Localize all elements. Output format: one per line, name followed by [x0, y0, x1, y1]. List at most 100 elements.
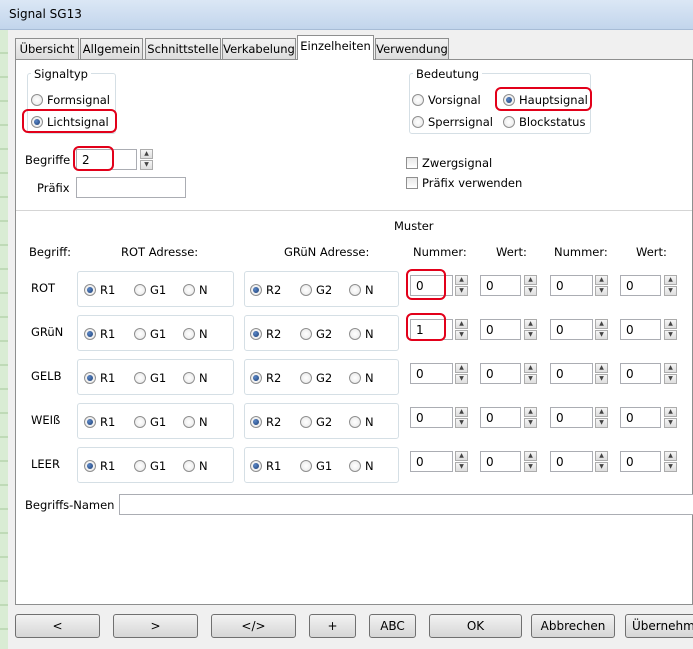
row-4-rot-n[interactable]: N	[183, 459, 208, 473]
radio-vorsignal[interactable]: Vorsignal	[412, 93, 481, 107]
row-3-rot-g1[interactable]: G1	[134, 415, 166, 429]
row-2-wert-1-spinner[interactable]: ▲ ▼	[524, 363, 537, 384]
row-2-nummer-1[interactable]: 0	[410, 363, 453, 384]
row-1-rot-n[interactable]: N	[183, 327, 208, 341]
radio-blockstatus[interactable]: Blockstatus	[503, 115, 585, 129]
spin-up-icon[interactable]: ▲	[595, 363, 608, 373]
row-0-nummer-2-spinner[interactable]: ▲ ▼	[595, 275, 608, 296]
next-button[interactable]: >	[113, 614, 198, 638]
spin-down-icon[interactable]: ▼	[524, 462, 537, 472]
row-1-wert-2[interactable]: 0	[620, 319, 661, 340]
spin-down-icon[interactable]: ▼	[664, 286, 677, 296]
row-4-wert-1-spinner[interactable]: ▲ ▼	[524, 451, 537, 472]
row-2-wert-2-spinner[interactable]: ▲ ▼	[664, 363, 677, 384]
row-0-wert-1-spinner[interactable]: ▲ ▼	[524, 275, 537, 296]
row-3-gruen-n[interactable]: N	[349, 415, 374, 429]
tab-5[interactable]: Verwendung	[375, 38, 449, 59]
row-0-rot-g1[interactable]: G1	[134, 283, 166, 297]
row-0-wert-2[interactable]: 0	[620, 275, 661, 296]
row-3-nummer-1[interactable]: 0	[410, 407, 453, 428]
ok-button[interactable]: OK	[429, 614, 522, 638]
row-2-gruen-n[interactable]: N	[349, 371, 374, 385]
prev-button[interactable]: <	[15, 614, 100, 638]
row-0-rot-n[interactable]: N	[183, 283, 208, 297]
row-0-wert-1[interactable]: 0	[480, 275, 521, 296]
spin-up-icon[interactable]: ▲	[455, 275, 468, 285]
spin-up-icon[interactable]: ▲	[455, 363, 468, 373]
spin-up-icon[interactable]: ▲	[455, 451, 468, 461]
spin-up-icon[interactable]: ▲	[524, 319, 537, 329]
row-0-rot-r1[interactable]: R1	[84, 283, 115, 297]
row-1-gruen-n[interactable]: N	[349, 327, 374, 341]
begriffs-namen-input[interactable]	[119, 494, 693, 515]
row-4-wert-2-spinner[interactable]: ▲ ▼	[664, 451, 677, 472]
row-4-gruen-g1[interactable]: G1	[300, 459, 332, 473]
row-1-nummer-2-spinner[interactable]: ▲ ▼	[595, 319, 608, 340]
spin-down-icon[interactable]: ▼	[455, 462, 468, 472]
abc-button[interactable]: ABC	[369, 614, 416, 638]
row-2-nummer-2[interactable]: 0	[550, 363, 593, 384]
row-0-gruen-g2[interactable]: G2	[300, 283, 332, 297]
spin-up-icon[interactable]: ▲	[595, 451, 608, 461]
row-3-wert-1-spinner[interactable]: ▲ ▼	[524, 407, 537, 428]
spin-up-icon[interactable]: ▲	[524, 407, 537, 417]
row-4-rot-g1[interactable]: G1	[134, 459, 166, 473]
spin-up-icon[interactable]: ▲	[524, 275, 537, 285]
row-1-gruen-g2[interactable]: G2	[300, 327, 332, 341]
spin-down-icon[interactable]: ▼	[595, 462, 608, 472]
row-2-rot-n[interactable]: N	[183, 371, 208, 385]
spin-down-icon[interactable]: ▼	[595, 286, 608, 296]
spin-up-icon[interactable]: ▲	[595, 407, 608, 417]
row-4-wert-1[interactable]: 0	[480, 451, 521, 472]
row-3-rot-n[interactable]: N	[183, 415, 208, 429]
row-1-rot-g1[interactable]: G1	[134, 327, 166, 341]
spin-down-icon[interactable]: ▼	[140, 160, 153, 170]
spin-up-icon[interactable]: ▲	[524, 363, 537, 373]
row-1-nummer-1-spinner[interactable]: ▲ ▼	[455, 319, 468, 340]
row-0-nummer-1-spinner[interactable]: ▲ ▼	[455, 275, 468, 296]
spin-down-icon[interactable]: ▼	[595, 418, 608, 428]
spin-up-icon[interactable]: ▲	[140, 149, 153, 159]
spin-down-icon[interactable]: ▼	[664, 330, 677, 340]
row-3-nummer-2-spinner[interactable]: ▲ ▼	[595, 407, 608, 428]
spin-up-icon[interactable]: ▲	[664, 363, 677, 373]
spin-down-icon[interactable]: ▼	[455, 286, 468, 296]
spin-down-icon[interactable]: ▼	[595, 330, 608, 340]
row-3-wert-2[interactable]: 0	[620, 407, 661, 428]
row-2-gruen-g2[interactable]: G2	[300, 371, 332, 385]
row-4-wert-2[interactable]: 0	[620, 451, 661, 472]
tab-1[interactable]: Allgemein	[80, 38, 143, 59]
row-0-wert-2-spinner[interactable]: ▲ ▼	[664, 275, 677, 296]
tab-4[interactable]: Einzelheiten	[297, 35, 374, 60]
row-4-gruen-n[interactable]: N	[349, 459, 374, 473]
spin-up-icon[interactable]: ▲	[664, 451, 677, 461]
row-0-gruen-r2[interactable]: R2	[250, 283, 281, 297]
spin-up-icon[interactable]: ▲	[595, 319, 608, 329]
row-2-gruen-r2[interactable]: R2	[250, 371, 281, 385]
praefix-input[interactable]	[76, 177, 186, 198]
row-4-nummer-1-spinner[interactable]: ▲ ▼	[455, 451, 468, 472]
spin-up-icon[interactable]: ▲	[664, 407, 677, 417]
row-3-gruen-g2[interactable]: G2	[300, 415, 332, 429]
spin-down-icon[interactable]: ▼	[664, 418, 677, 428]
row-1-rot-r1[interactable]: R1	[84, 327, 115, 341]
radio-formsignal[interactable]: Formsignal	[31, 93, 110, 107]
uebernehmen-button[interactable]: Übernehmen	[625, 614, 693, 638]
spin-up-icon[interactable]: ▲	[595, 275, 608, 285]
row-4-nummer-2-spinner[interactable]: ▲ ▼	[595, 451, 608, 472]
spin-down-icon[interactable]: ▼	[524, 330, 537, 340]
row-2-nummer-2-spinner[interactable]: ▲ ▼	[595, 363, 608, 384]
spin-down-icon[interactable]: ▼	[455, 418, 468, 428]
row-0-gruen-n[interactable]: N	[349, 283, 374, 297]
row-3-wert-1[interactable]: 0	[480, 407, 521, 428]
row-4-gruen-r1[interactable]: R1	[250, 459, 281, 473]
radio-sperrsignal[interactable]: Sperrsignal	[412, 115, 493, 129]
spin-down-icon[interactable]: ▼	[524, 286, 537, 296]
begriffe-spinner[interactable]: ▲ ▼	[140, 149, 153, 170]
row-1-nummer-2[interactable]: 0	[550, 319, 593, 340]
spin-up-icon[interactable]: ▲	[524, 451, 537, 461]
abbrechen-button[interactable]: Abbrechen	[531, 614, 615, 638]
row-3-nummer-2[interactable]: 0	[550, 407, 593, 428]
spin-down-icon[interactable]: ▼	[595, 374, 608, 384]
row-4-nummer-1[interactable]: 0	[410, 451, 453, 472]
